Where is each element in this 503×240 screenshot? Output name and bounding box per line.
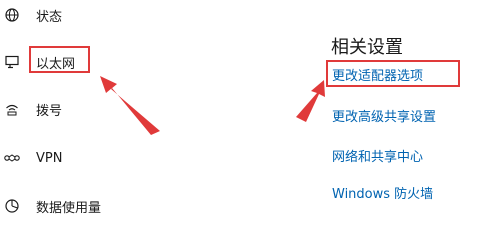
related-settings-panel: 相关设置 更改适配器选项 更改高级共享设置 网络和共享中心 Windows 防火… — [330, 0, 503, 226]
sidebar-item-data-usage[interactable]: 数据使用量 — [0, 191, 200, 221]
data-usage-pie-icon — [4, 198, 20, 214]
sidebar-item-ethernet[interactable]: 以太网 — [0, 47, 200, 77]
ethernet-monitor-icon — [4, 54, 20, 70]
globe-icon — [4, 7, 20, 23]
settings-sidebar: 状态 以太网 拨号 VPN 数据使用量 — [0, 0, 300, 226]
network-sharing-center-link[interactable]: 网络和共享中心 — [332, 146, 423, 165]
arrow-to-adapter-options — [296, 80, 325, 122]
vpn-icon — [4, 150, 20, 166]
windows-firewall-link[interactable]: Windows 防火墙 — [332, 183, 433, 202]
sidebar-item-dialup[interactable]: 拨号 — [0, 94, 200, 124]
sidebar-item-label: 数据使用量 — [36, 200, 102, 216]
sidebar-item-label: 以太网 — [36, 56, 76, 72]
change-advanced-sharing-link[interactable]: 更改高级共享设置 — [332, 106, 436, 125]
sidebar-item-label: 拨号 — [36, 103, 63, 119]
dialup-signal-icon — [4, 101, 20, 117]
sidebar-item-label: 状态 — [36, 9, 63, 25]
related-settings-title: 相关设置 — [331, 37, 403, 58]
sidebar-item-vpn[interactable]: VPN — [0, 143, 200, 173]
sidebar-item-label: VPN — [36, 150, 63, 166]
change-adapter-options-link[interactable]: 更改适配器选项 — [332, 65, 423, 84]
sidebar-item-status[interactable]: 状态 — [0, 0, 200, 30]
